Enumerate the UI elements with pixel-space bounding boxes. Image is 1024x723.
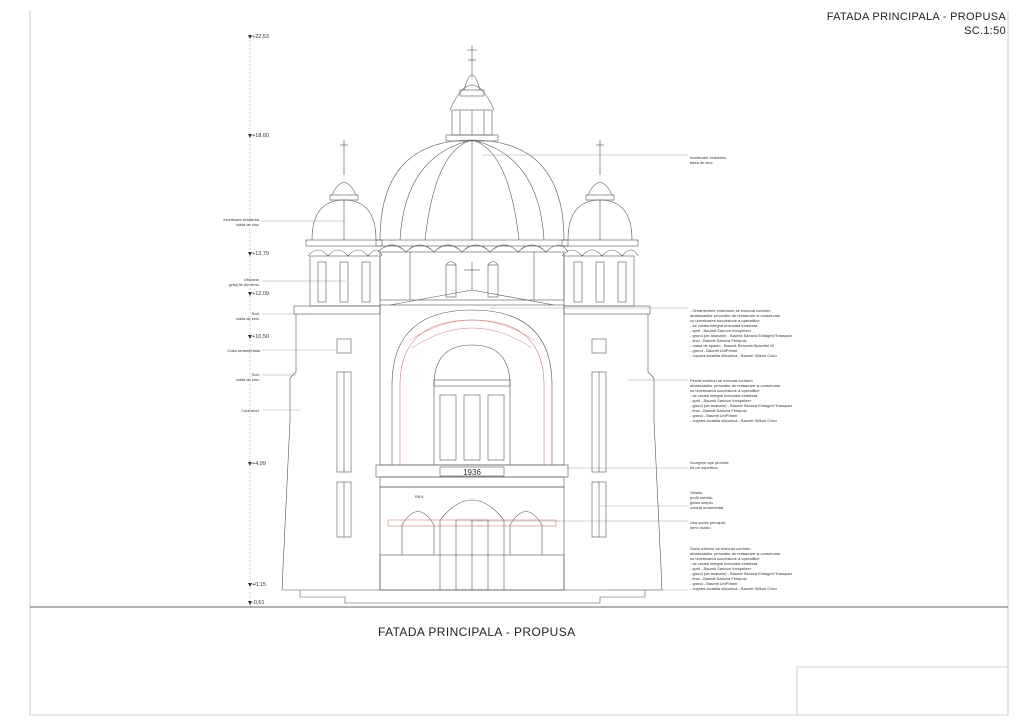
note-usa: Usa acces principal, lemn masiv. xyxy=(690,520,726,530)
note-invelitoare-right: Invelitoare existenta, tabla de zinc. xyxy=(690,155,727,165)
bottom-title: FATADA PRINCIPALA - PROPUSA xyxy=(378,625,576,639)
note-sort-2: Sort, tabla de zinc. xyxy=(236,372,260,382)
level-marker: +18,60 xyxy=(248,133,269,139)
note-vitraliu: Vitraliu, profil metalic, geam simplu colo… xyxy=(690,490,725,510)
level-marker: +22,53 xyxy=(248,34,269,40)
drawing-sheet: FATADA PRINCIPALA - PROPUSA SC.1:50 1936… xyxy=(0,0,1024,723)
leader-lines-left xyxy=(262,220,345,411)
note-scurgere: Scurgere ape pluviale de pe copertina. xyxy=(690,460,729,470)
note-cosa: Cosa ornamentala xyxy=(227,348,260,353)
date-panel-text: 1936 xyxy=(463,468,481,477)
note-contrafort: Contrafort. xyxy=(241,408,260,413)
level-marker: +10,50 xyxy=(248,334,269,340)
right-tower xyxy=(561,140,663,591)
note-obloane: Obloane, grilaj fix din lemn. xyxy=(229,277,260,287)
main-dome xyxy=(375,45,569,301)
note-ornamentele: - Ornamentele exterioare se executa conf… xyxy=(690,308,793,358)
note-invelitoare-left: Invelitoare existenta, tabla de zinc. xyxy=(223,217,260,227)
level-marker: +0,15 xyxy=(248,582,266,588)
arch-radius-label: R8.6 xyxy=(415,494,424,499)
ornament-band xyxy=(409,319,535,349)
level-marker: -0,61 xyxy=(248,600,265,606)
level-marker: +12,09 xyxy=(248,291,269,297)
note-peretii: Peretii exteriori se executa conform ama… xyxy=(690,378,793,423)
note-soclu: Soclu exterior se executa conform amatus… xyxy=(690,546,793,591)
left-tower xyxy=(281,140,383,591)
note-sort-1: Sort, tabla de zinc. xyxy=(236,311,260,321)
level-marker: +13,79 xyxy=(248,251,269,257)
level-marker: +4,99 xyxy=(248,461,266,467)
facade-drawing: 1936 R8.6 xyxy=(29,10,1009,716)
leader-lines-right xyxy=(470,154,688,591)
central-facade xyxy=(299,289,646,604)
